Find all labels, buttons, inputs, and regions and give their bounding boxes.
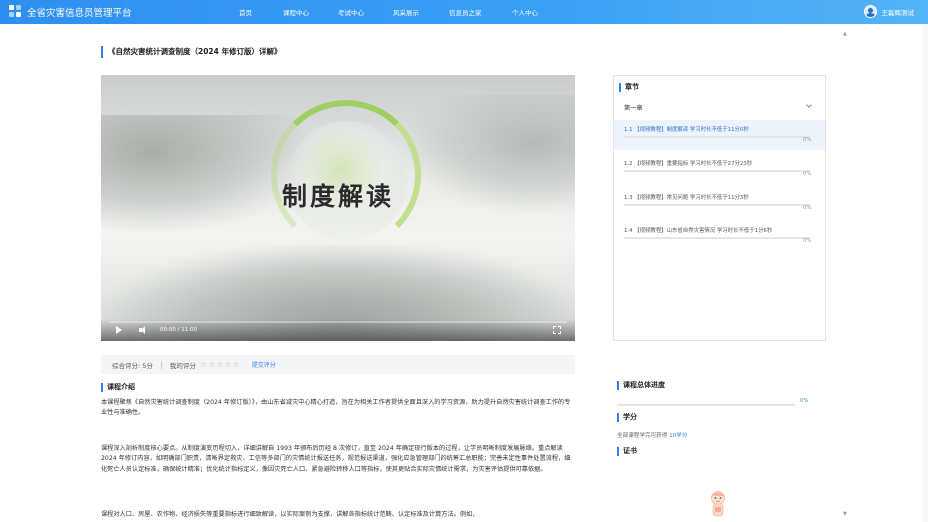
nav-personal-center[interactable]: 个人中心 [512, 7, 538, 17]
top-navbar: 全省灾害信息员管理平台 首页 课程中心 考试中心 风采展示 信息员之家 个人中心… [0, 0, 928, 24]
star-rating[interactable]: ☆ ☆ ☆ ☆ ☆ [200, 360, 241, 369]
star-icon[interactable]: ☆ [200, 360, 207, 369]
star-icon[interactable]: ☆ [216, 360, 223, 369]
lesson-item-1-2[interactable]: 1.2 【视频教程】重要指标 学习时长不低于27分23秒 0% [614, 154, 825, 184]
credit-heading: 学分 [617, 413, 637, 422]
lesson-label[interactable]: 1.3 【视频教程】常见问题 学习时长不低于11分3秒 [624, 193, 749, 201]
video-player[interactable]: 制度解读 00:00 / 11:00 [101, 75, 575, 341]
course-title: 《自然灾害统计调查制度（2024 年修订版）详解》 [101, 46, 281, 58]
intro-paragraph: 本课程聚焦《自然灾害统计调查制度（2024 年修订版）》，由山东省减灾中心精心打… [101, 399, 571, 417]
intro-paragraph: 课程深入剖析制度核心要点。从制度演变历程切入，详细讲解自 1993 年颁布后历经… [101, 445, 571, 473]
user-name[interactable]: 王磊辉测试 [882, 7, 915, 17]
video-slogan: 制度解读 [281, 182, 394, 211]
nav-home[interactable]: 首页 [239, 7, 252, 17]
lesson-label[interactable]: 1.2 【视频教程】重要指标 学习时长不低于27分23秒 [624, 159, 752, 167]
lesson-progress-bar [624, 170, 810, 172]
chapter-group-1[interactable]: 第一章 [614, 100, 825, 115]
scroll-up-arrow-icon[interactable]: ▲ [843, 31, 847, 37]
credit-prefix: 全部课程学完可获得 [617, 433, 670, 439]
lesson-label[interactable]: 1.4 【视频教程】山东省自然灾害情况 学习时长不低于1分6秒 [624, 226, 772, 234]
chapter-group-label: 第一章 [624, 105, 643, 112]
volume-icon[interactable] [139, 326, 148, 334]
overall-progress-bar [617, 404, 795, 406]
intro-heading: 课程介绍 [101, 383, 135, 392]
nav-informant-home[interactable]: 信息员之家 [449, 7, 482, 17]
lesson-progress-bar [624, 204, 810, 206]
lesson-label[interactable]: 1.1 【视频教程】制度解读 学习时长不低于11分0秒 [624, 125, 749, 133]
play-icon[interactable] [116, 326, 122, 334]
lesson-progress-pct: 0% [803, 205, 812, 211]
lesson-item-1-4[interactable]: 1.4 【视频教程】山东省自然灾害情况 学习时长不低于1分6秒 0% [614, 221, 825, 251]
star-icon[interactable]: ☆ [233, 360, 240, 369]
nav-exam-center[interactable]: 考试中心 [338, 7, 364, 17]
my-rating-label: 我的评分 [169, 361, 196, 370]
avatar[interactable] [863, 5, 877, 18]
video-progress-bar[interactable] [109, 321, 567, 323]
overall-progress-heading: 课程总体进度 [617, 381, 665, 390]
star-icon[interactable]: ☆ [224, 360, 231, 369]
submit-rating-button[interactable]: 提交评分 [252, 360, 276, 369]
platform-name[interactable]: 全省灾害信息员管理平台 [27, 5, 132, 19]
intro-paragraph: 课程对人口、房屋、农作物、经济损失等重要指标进行细致解读，以实际案例为支撑，讲解… [101, 511, 479, 518]
credit-text: 全部课程学完可获得 10学分 [617, 431, 687, 439]
overall-score: 综合评分: 5分 [112, 361, 153, 370]
video-ring-decoration [271, 100, 421, 250]
chapter-heading: 章节 [619, 83, 639, 92]
nav-course-center[interactable]: 课程中心 [283, 7, 309, 17]
star-icon[interactable]: ☆ [208, 360, 215, 369]
lesson-progress-pct: 0% [803, 238, 812, 244]
page-scrollbar[interactable] [922, 24, 928, 522]
rating-bar: 综合评分: 5分 我的评分 ☆ ☆ ☆ ☆ ☆ 提交评分 [101, 355, 575, 374]
lesson-progress-bar [624, 237, 810, 239]
user-menu[interactable]: 王磊辉测试 [863, 5, 915, 18]
divider [160, 360, 162, 369]
overall-progress-pct: 0% [800, 398, 809, 404]
lesson-progress-pct: 0% [803, 171, 812, 177]
platform-logo-icon[interactable] [9, 5, 22, 18]
fullscreen-icon[interactable] [553, 326, 561, 334]
lesson-progress-pct: 0% [803, 137, 812, 143]
mascot-icon[interactable] [706, 489, 730, 522]
lesson-item-1-1[interactable]: 1.1 【视频教程】制度解读 学习时长不低于11分0秒 0% [614, 120, 825, 150]
lesson-progress-bar [624, 136, 810, 138]
chevron-down-icon[interactable] [806, 102, 812, 108]
video-time: 00:00 / 11:00 [160, 327, 198, 333]
certificate-heading: 证书 [617, 447, 637, 456]
lesson-item-1-3[interactable]: 1.3 【视频教程】常见问题 学习时长不低于11分3秒 0% [614, 188, 825, 218]
scroll-down-arrow-icon[interactable]: ▼ [843, 511, 847, 517]
nav-showcase[interactable]: 风采展示 [393, 7, 419, 17]
chapter-panel: 章节 第一章 1.1 【视频教程】制度解读 学习时长不低于11分0秒 0% 1.… [613, 75, 826, 341]
credit-amount: 10学分 [669, 433, 688, 439]
